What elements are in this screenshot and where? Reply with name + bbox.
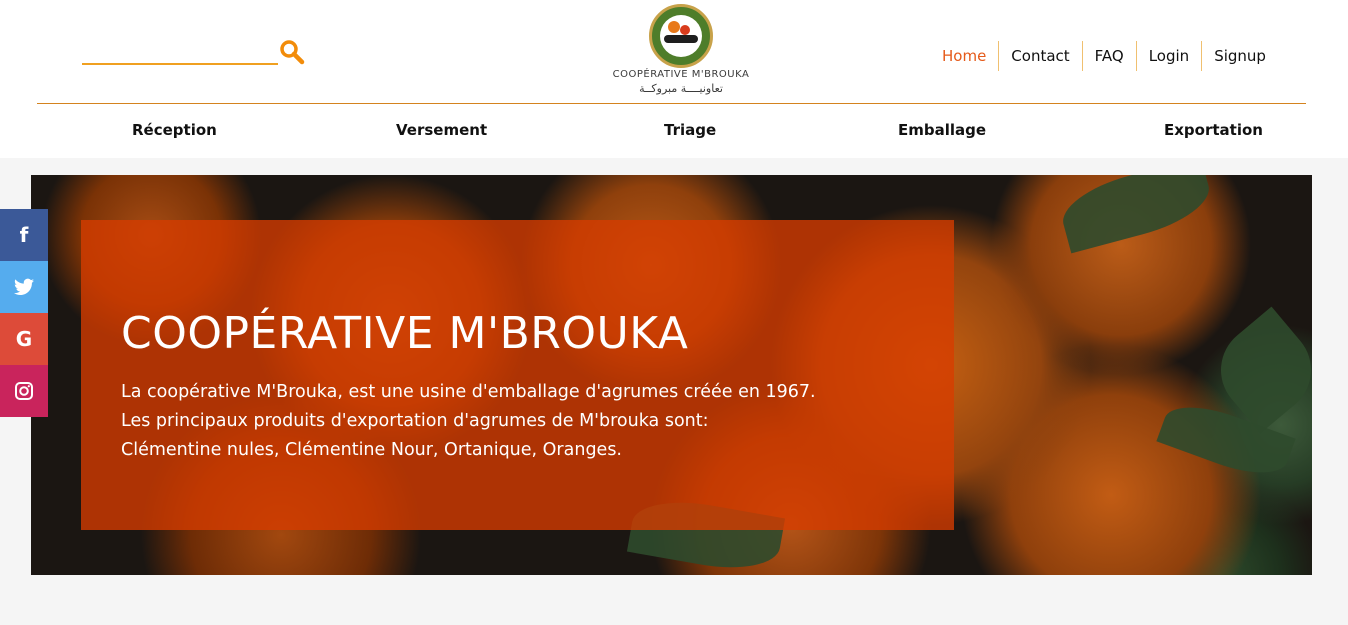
logo-name: COOPÉRATIVE M'BROUKA — [612, 69, 750, 80]
menu-item-reception[interactable]: Réception — [132, 121, 217, 139]
facebook-icon[interactable]: f — [0, 209, 48, 261]
nav-signup[interactable]: Signup — [1201, 41, 1278, 71]
hero-description: La coopérative M'Brouka, est une usine d… — [121, 378, 921, 465]
search-input[interactable] — [82, 40, 278, 62]
hero-line: La coopérative M'Brouka, est une usine d… — [121, 382, 816, 402]
twitter-bird-icon — [14, 278, 34, 295]
social-share-bar: f G — [0, 209, 48, 417]
nav-login[interactable]: Login — [1135, 41, 1201, 71]
leaf-decoration — [1055, 175, 1217, 254]
google-icon[interactable]: G — [0, 313, 48, 365]
menu-item-versement[interactable]: Versement — [396, 121, 487, 139]
hero-banner: COOPÉRATIVE M'BROUKA La coopérative M'Br… — [31, 175, 1312, 575]
menu-item-exportation[interactable]: Exportation — [1164, 121, 1263, 139]
search-underline — [82, 63, 278, 65]
twitter-icon[interactable] — [0, 261, 48, 313]
hero-line: Clémentine nules, Clémentine Nour, Ortan… — [121, 440, 622, 460]
hero-title: COOPÉRATIVE M'BROUKA — [121, 308, 689, 359]
top-nav: Home Contact FAQ Login Signup — [930, 40, 1278, 72]
logo-emblem-icon — [649, 4, 713, 68]
site-header: COOPÉRATIVE M'BROUKA تعاونيــــة مبروكــ… — [0, 0, 1348, 158]
header-divider — [37, 103, 1306, 104]
search-icon[interactable] — [279, 39, 305, 65]
menu-item-emballage[interactable]: Emballage — [898, 121, 986, 139]
nav-home[interactable]: Home — [930, 41, 998, 71]
instagram-camera-icon — [15, 382, 33, 400]
hero-text-box: COOPÉRATIVE M'BROUKA La coopérative M'Br… — [81, 220, 954, 530]
instagram-icon[interactable] — [0, 365, 48, 417]
site-logo[interactable]: COOPÉRATIVE M'BROUKA تعاونيــــة مبروكــ… — [606, 4, 756, 98]
main-menu: Réception Versement Triage Emballage Exp… — [0, 121, 1348, 145]
nav-contact[interactable]: Contact — [998, 41, 1081, 71]
menu-item-triage[interactable]: Triage — [664, 121, 716, 139]
hero-line: Les principaux produits d'exportation d'… — [121, 411, 709, 431]
logo-arabic-name: تعاونيــــة مبروكــة — [639, 82, 723, 95]
nav-faq[interactable]: FAQ — [1081, 41, 1136, 71]
